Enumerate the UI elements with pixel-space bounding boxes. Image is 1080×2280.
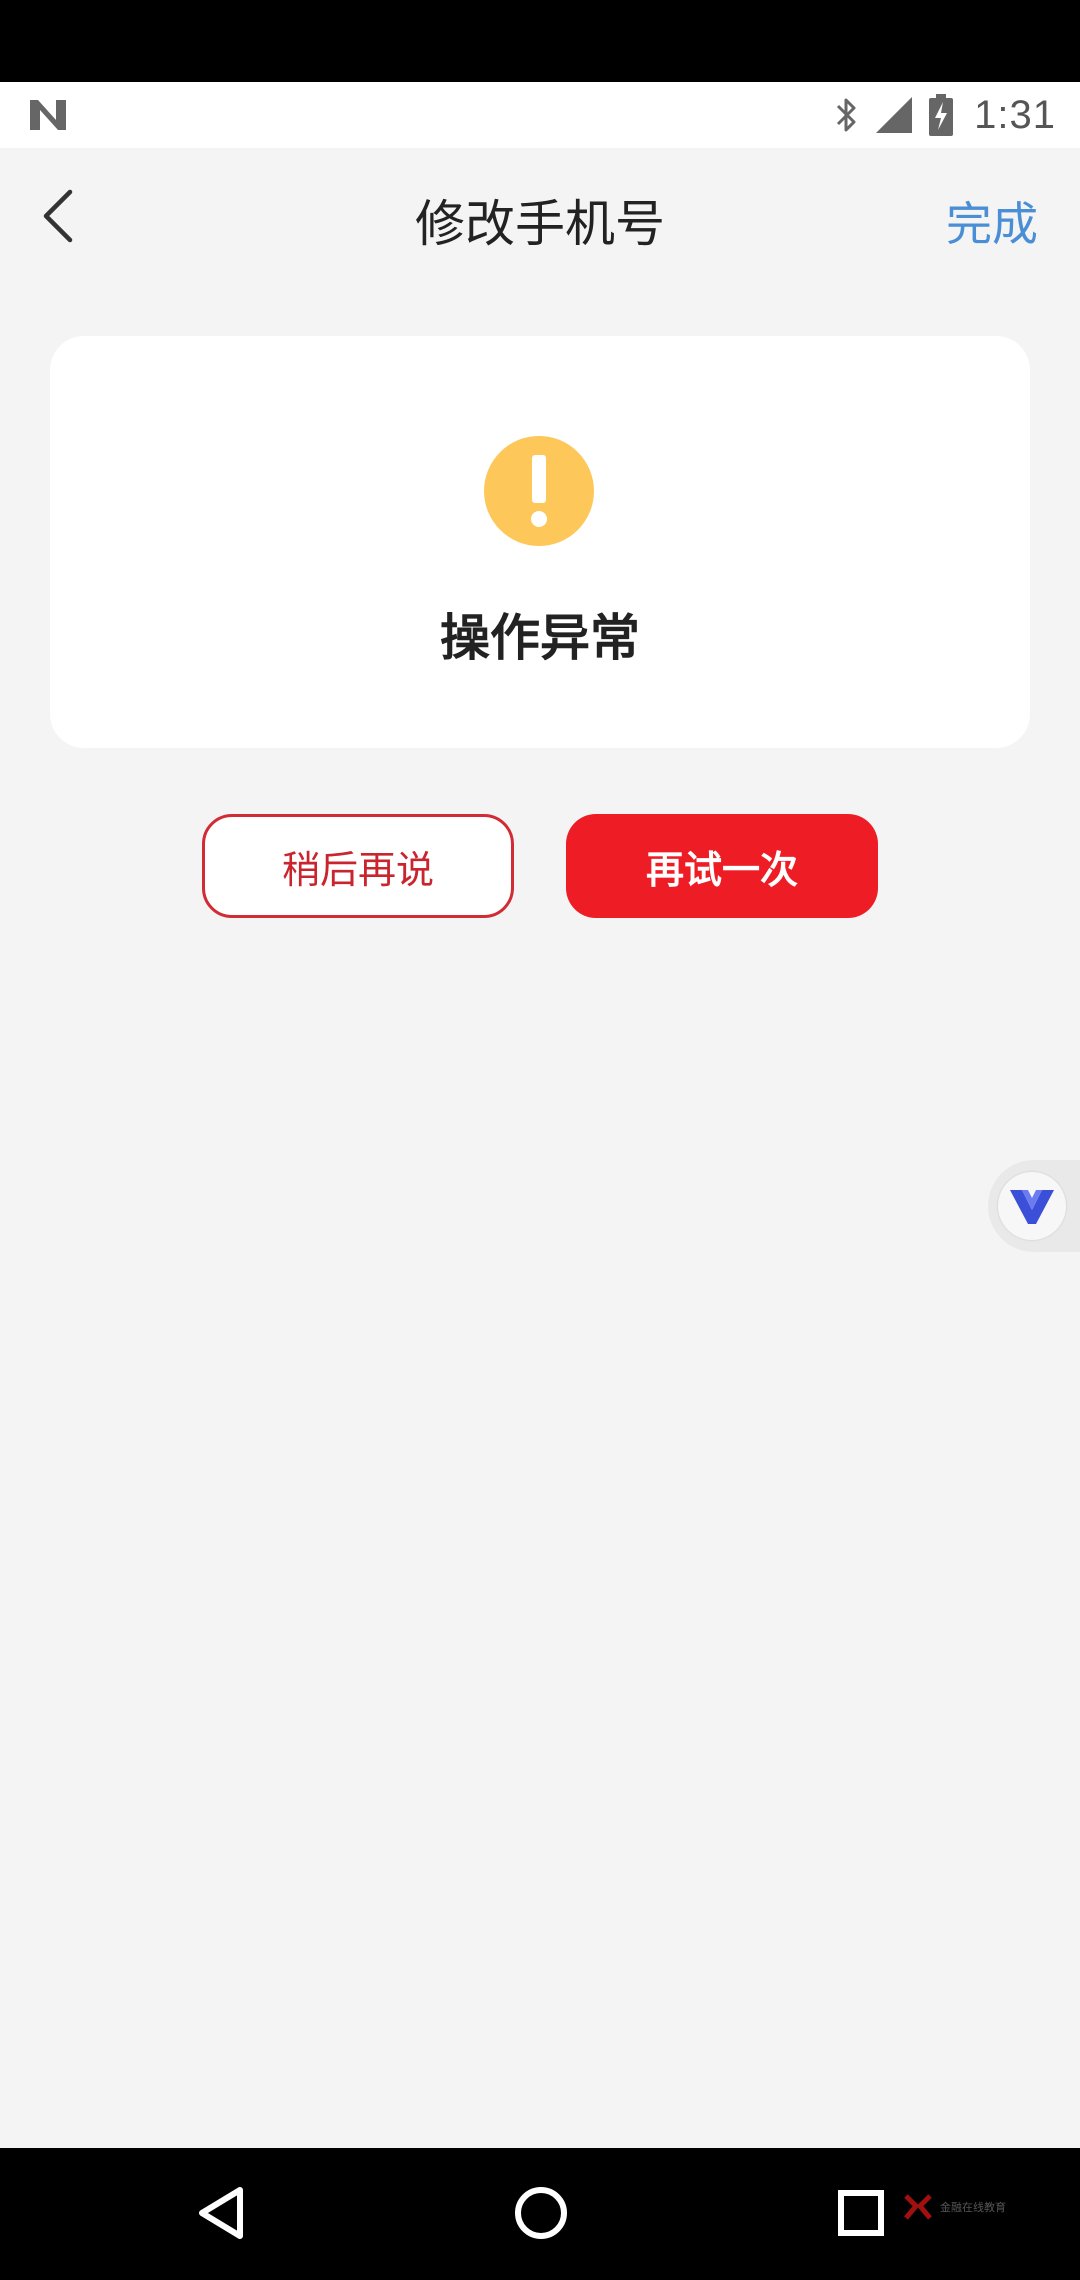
watermark-logo-icon bbox=[904, 2194, 932, 2220]
home-circle-icon bbox=[515, 2187, 567, 2239]
v-logo-icon bbox=[1010, 1190, 1054, 1224]
top-black-band bbox=[0, 0, 1080, 82]
nav-home-button[interactable] bbox=[506, 2178, 576, 2248]
watermark: 金融在线教育 bbox=[904, 2192, 1006, 2222]
error-message: 操作异常 bbox=[440, 609, 640, 667]
back-triangle-icon bbox=[199, 2187, 243, 2239]
warning-exclamation-icon bbox=[484, 436, 594, 546]
status-time: 1:31 bbox=[974, 92, 1056, 137]
system-nav-bar: 金融在线教育 bbox=[0, 2148, 1080, 2280]
done-button[interactable]: 完成 bbox=[946, 188, 1038, 254]
later-button[interactable]: 稍后再说 bbox=[202, 814, 514, 918]
page-title: 修改手机号 bbox=[415, 195, 665, 253]
status-bar: 1:31 bbox=[0, 82, 1080, 148]
n-logo-icon bbox=[30, 100, 66, 130]
floating-assistant-button[interactable] bbox=[988, 1160, 1080, 1252]
status-icons: 1:31 bbox=[834, 92, 1056, 138]
screen: 1:31 修改手机号 完成 操作异常 稍后再说 再试一次 金融在线教育 bbox=[0, 0, 1080, 2280]
bluetooth-icon bbox=[837, 98, 856, 132]
battery-charging-icon bbox=[929, 94, 954, 136]
exclamation-glyph bbox=[531, 455, 547, 527]
nav-recents-button[interactable] bbox=[826, 2178, 896, 2248]
app-header: 修改手机号 完成 bbox=[0, 148, 1080, 288]
recents-square-icon bbox=[838, 2190, 884, 2236]
watermark-text: 金融在线教育 bbox=[940, 2201, 1006, 2214]
nav-back-button[interactable] bbox=[186, 2178, 256, 2248]
error-card: 操作异常 bbox=[50, 336, 1030, 748]
floating-assistant-badge bbox=[998, 1172, 1066, 1240]
retry-button[interactable]: 再试一次 bbox=[566, 814, 878, 918]
signal-icon bbox=[876, 97, 913, 133]
